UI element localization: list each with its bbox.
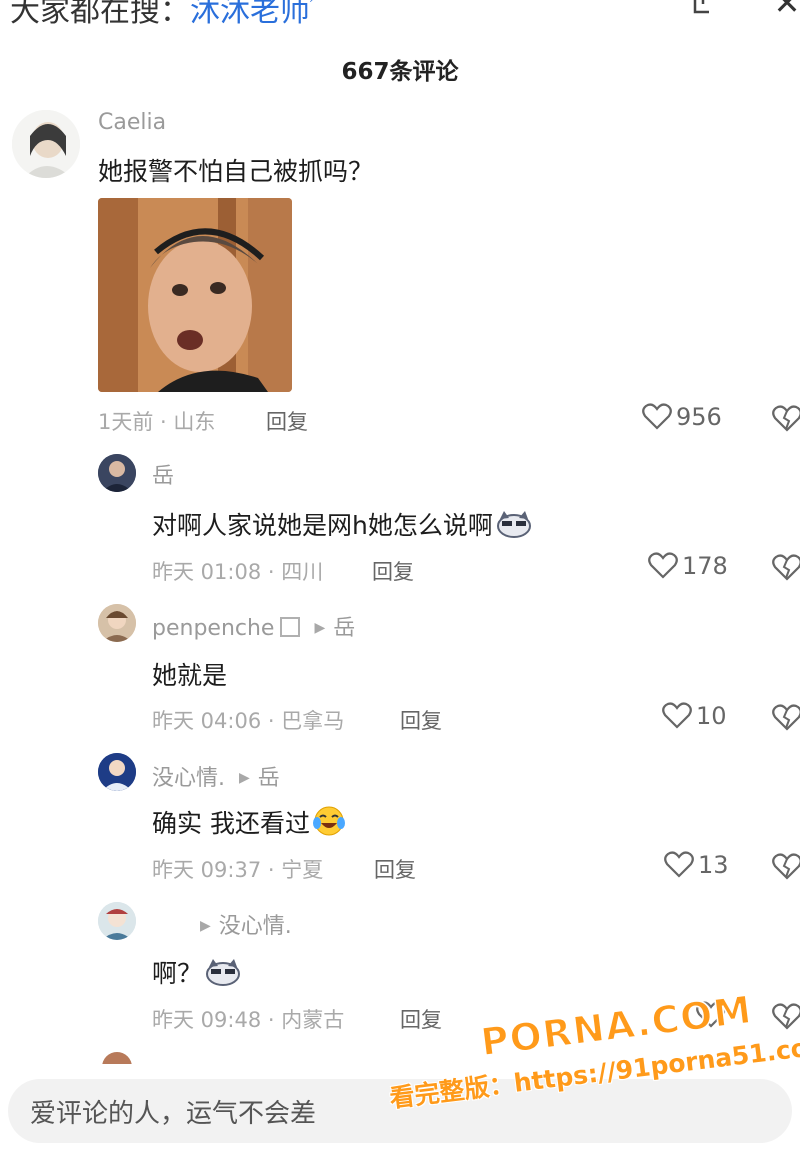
like-count: 10 [696,702,727,730]
laugh-cry-emoji-icon [312,805,346,843]
broken-heart-icon[interactable] [772,703,800,733]
reply-button[interactable]: 回复 [374,854,416,884]
reply-arrow-icon: ▶ [200,918,211,934]
broken-heart-icon[interactable] [772,1002,800,1032]
reply-arrow-icon: ▶ [314,620,326,636]
username[interactable]: 岳 [152,458,174,490]
comment-text-content: 确实 我还看过 [152,809,310,838]
reply-target[interactable]: 岳 [333,616,355,641]
comment-image[interactable] [98,198,292,392]
comment-meta: 昨天 01:08 · 四川 [152,560,324,584]
heart-icon [642,403,676,431]
username[interactable]: 没心情. ▶ 岳 [152,760,280,792]
collapse-icon[interactable] [688,0,718,22]
broken-heart-icon[interactable] [772,553,800,583]
comment-meta: 昨天 04:06 · 巴拿马 [152,709,345,733]
search-suggestion[interactable]: 大家都在搜：沐沐老师⌕ [10,0,320,30]
avatar[interactable] [98,902,136,940]
cat-emoji-icon [204,957,242,993]
broken-heart-icon[interactable] [772,852,800,882]
avatar[interactable] [98,753,136,791]
heart-icon [662,702,696,730]
top-bar: 大家都在搜：沐沐老师⌕ ✕ [0,0,800,40]
comment-meta: 1天前 · 山东 [98,410,216,434]
search-keyword[interactable]: 沐沐老师 [190,0,310,29]
reply-target[interactable]: 没心情. [219,914,292,939]
comment-count: 667条评论 [341,59,459,85]
reply-button[interactable]: 回复 [400,1004,442,1034]
username-text: penpenche [152,616,275,641]
reply-button[interactable]: 回复 [400,705,442,735]
like-count: 178 [682,552,728,580]
reply-button[interactable]: 回复 [266,406,308,436]
like-button[interactable]: 178 [648,551,728,580]
input-placeholder: 爱评论的人，运气不会差 [30,1099,317,1129]
comment-text: 确实 我还看过 [152,804,346,843]
comment-text-content: 啊？ [152,959,203,988]
comment-text: 她就是 [152,661,228,690]
username[interactable]: penpenche ▶ 岳 [152,610,355,642]
comment-text: 啊？ [152,954,242,993]
search-icon: ⌕ [310,0,320,7]
avatar[interactable] [98,604,136,642]
broken-heart-icon[interactable] [772,404,800,434]
heart-icon [664,851,698,879]
heart-icon [648,552,682,580]
comment-text: 对啊人家说她是网h她怎么说啊 [152,506,533,545]
comment-meta: 昨天 09:37 · 宁夏 [152,858,324,882]
badge-icon [280,617,301,637]
like-count: 13 [698,851,729,879]
username[interactable]: Caelia [98,110,166,135]
comment-text-content: 对啊人家说她是网h她怎么说啊 [152,511,493,540]
search-hint-prefix: 大家都在搜： [10,0,190,29]
like-count: 956 [676,403,722,431]
reply-button[interactable]: 回复 [372,556,414,586]
username[interactable]: ▶ 没心情. [200,908,292,940]
like-button[interactable]: 956 [642,402,722,431]
like-button[interactable]: 13 [664,850,729,879]
username-text: 没心情. [152,766,225,791]
cat-emoji-icon [495,509,533,545]
reply-arrow-icon: ▶ [239,770,250,786]
comment-meta: 昨天 09:48 · 内蒙古 [152,1008,345,1032]
comment-text: 她报警不怕自己被抓吗？ [98,157,374,186]
avatar[interactable] [12,110,80,178]
close-icon[interactable]: ✕ [772,0,800,19]
like-button[interactable]: 10 [662,701,727,730]
avatar[interactable] [98,454,136,492]
reply-target[interactable]: 岳 [258,766,280,791]
